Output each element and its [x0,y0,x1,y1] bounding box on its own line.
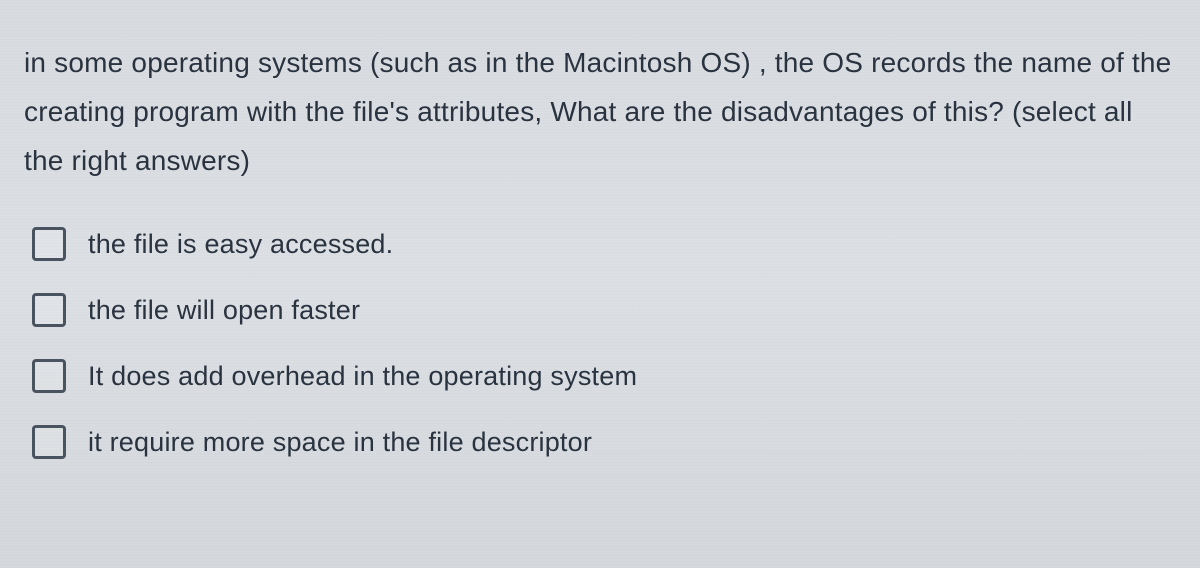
option-row: it require more space in the file descri… [32,425,1176,459]
checkbox-option-1[interactable] [32,227,66,261]
option-row: the file is easy accessed. [32,227,1176,261]
option-row: the file will open faster [32,293,1176,327]
question-text: in some operating systems (such as in th… [24,38,1176,185]
checkbox-option-3[interactable] [32,359,66,393]
checkbox-option-4[interactable] [32,425,66,459]
option-label: it require more space in the file descri… [88,427,592,458]
option-label: the file is easy accessed. [88,229,393,260]
option-label: It does add overhead in the operating sy… [88,361,637,392]
option-label: the file will open faster [88,295,360,326]
checkbox-option-2[interactable] [32,293,66,327]
options-list: the file is easy accessed. the file will… [24,227,1176,459]
option-row: It does add overhead in the operating sy… [32,359,1176,393]
